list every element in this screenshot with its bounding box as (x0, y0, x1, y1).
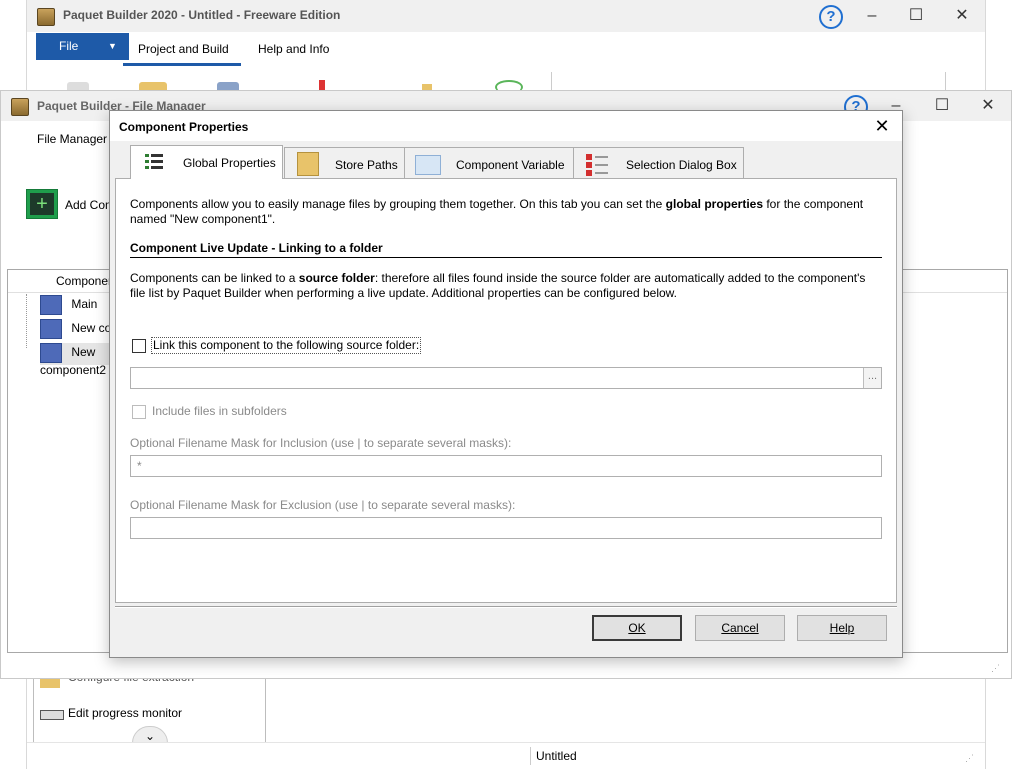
file-manager-menu[interactable]: File Manager (37, 132, 107, 146)
resize-grip-icon[interactable]: ⋰ (991, 663, 1000, 674)
help-button-label: Help (829, 621, 855, 635)
source-folder-field[interactable]: ... (130, 367, 882, 389)
file-menu-label: File (59, 39, 79, 53)
ribbon-tabs: File ▼ Project and Build Help and Info (27, 32, 985, 66)
tab-selection-dialog-box[interactable]: Selection Dialog Box (573, 147, 744, 178)
maximize-icon[interactable]: ☐ (919, 90, 965, 122)
tab-project-and-build[interactable]: Project and Build (138, 42, 229, 56)
ok-button[interactable]: OK (592, 615, 682, 641)
exclusion-mask-input[interactable] (130, 517, 882, 539)
tab-global-properties[interactable]: Global Properties (130, 145, 283, 179)
component-icon (40, 295, 62, 315)
exclusion-mask-label: Optional Filename Mask for Exclusion (us… (130, 498, 516, 512)
help-button[interactable]: Help (797, 615, 887, 641)
include-subfolders-label[interactable]: Include files in subfolders (152, 404, 287, 419)
tree-lines (26, 294, 28, 348)
maximize-icon[interactable]: ☐ (893, 0, 939, 32)
button-separator-highlight (115, 607, 897, 608)
tab-help-and-info[interactable]: Help and Info (258, 42, 329, 56)
component-properties-dialog: Component Properties ✕ Global Properties… (109, 110, 903, 658)
dialog-title: Component Properties (119, 120, 249, 134)
tree-item[interactable]: Main (40, 295, 97, 317)
checklist-icon (584, 152, 608, 176)
ribbon-icon[interactable] (319, 80, 325, 90)
save-icon[interactable] (217, 82, 239, 90)
inclusion-mask-label: Optional Filename Mask for Inclusion (us… (130, 436, 512, 450)
help-icon[interactable]: ? (819, 5, 843, 29)
ribbon-icon[interactable] (67, 82, 89, 90)
intro-text-line2: named "New component1". (130, 212, 276, 226)
tab-label: Component Variable (456, 158, 565, 172)
section-title: Component Live Update - Linking to a fol… (130, 241, 383, 255)
description-text: Components can be linked to a source fol… (130, 271, 890, 301)
tab-label: Global Properties (183, 156, 276, 170)
inclusion-mask-value: * (137, 459, 142, 473)
close-icon[interactable]: ✕ (965, 90, 1011, 122)
tree-item-selected[interactable]: New component2 (40, 343, 120, 377)
add-icon: + (26, 189, 58, 219)
zip-folder-icon (297, 152, 319, 176)
inclusion-mask-input[interactable]: * (130, 455, 882, 477)
main-window-title: Paquet Builder 2020 - Untitled - Freewar… (63, 8, 341, 22)
link-folder-checkbox-label[interactable]: Link this component to the following sou… (151, 337, 422, 354)
side-item-edit-progress-monitor[interactable]: Edit progress monitor (68, 706, 182, 720)
intro-bold: global properties (665, 197, 764, 211)
cancel-button-label: Cancel (721, 621, 759, 635)
intro-text: Components allow you to easily manage fi… (130, 197, 890, 227)
status-bar: Untitled ⋰ (27, 742, 985, 770)
intro-text-part: Components allow you to easily manage fi… (130, 197, 666, 211)
app-icon (37, 8, 55, 26)
main-titlebar: Paquet Builder 2020 - Untitled - Freewar… (27, 0, 985, 32)
ribbon-separator (945, 72, 946, 90)
tab-label: Store Paths (335, 158, 398, 172)
tree-item-label: Main (71, 297, 98, 312)
global-properties-page: Components allow you to easily manage fi… (115, 178, 897, 603)
add-component-button[interactable]: + Add Component (26, 189, 152, 219)
intro-text-part: for the component (763, 197, 864, 211)
app-icon (11, 98, 29, 116)
close-icon[interactable]: ✕ (939, 0, 985, 32)
include-subfolders-checkbox[interactable] (132, 405, 146, 419)
section-divider (130, 257, 882, 258)
desc-text-line2: file list by Paquet Builder when perform… (130, 286, 678, 300)
dialog-tab-bar: Global Properties Store Paths Component … (110, 141, 902, 179)
desc-bold: source folder (298, 271, 375, 285)
properties-list-icon (141, 150, 165, 174)
variable-edit-icon (415, 155, 441, 175)
desc-text-part: : therefore all files found inside the s… (374, 271, 866, 285)
dialog-titlebar: Component Properties ✕ (110, 111, 902, 141)
chevron-down-icon: ▼ (108, 41, 117, 51)
tab-component-variable[interactable]: Component Variable (404, 147, 574, 178)
component-icon (40, 319, 62, 339)
file-menu-button[interactable]: File ▼ (36, 33, 129, 60)
browse-folder-button[interactable]: ... (863, 368, 881, 388)
dialog-close-icon[interactable]: ✕ (870, 116, 894, 136)
desc-text-part: Components can be linked to a (130, 271, 299, 285)
ribbon-separator (551, 72, 552, 90)
status-separator (530, 747, 531, 765)
status-document-name: Untitled (536, 749, 577, 763)
tab-store-paths[interactable]: Store Paths (284, 147, 405, 178)
tab-label: Selection Dialog Box (626, 158, 737, 172)
folder-icon[interactable] (139, 82, 167, 90)
progress-monitor-icon (40, 710, 64, 720)
ribbon-toolbar (27, 66, 985, 94)
component-icon (40, 343, 62, 363)
cancel-button[interactable]: Cancel (695, 615, 785, 641)
resize-grip-icon[interactable]: ⋰ (965, 753, 974, 764)
ok-button-label: OK (628, 621, 646, 635)
minimize-icon[interactable]: – (849, 0, 895, 32)
link-folder-checkbox[interactable] (132, 339, 146, 353)
side-task-panel: Configure file extraction Edit progress … (33, 670, 266, 748)
